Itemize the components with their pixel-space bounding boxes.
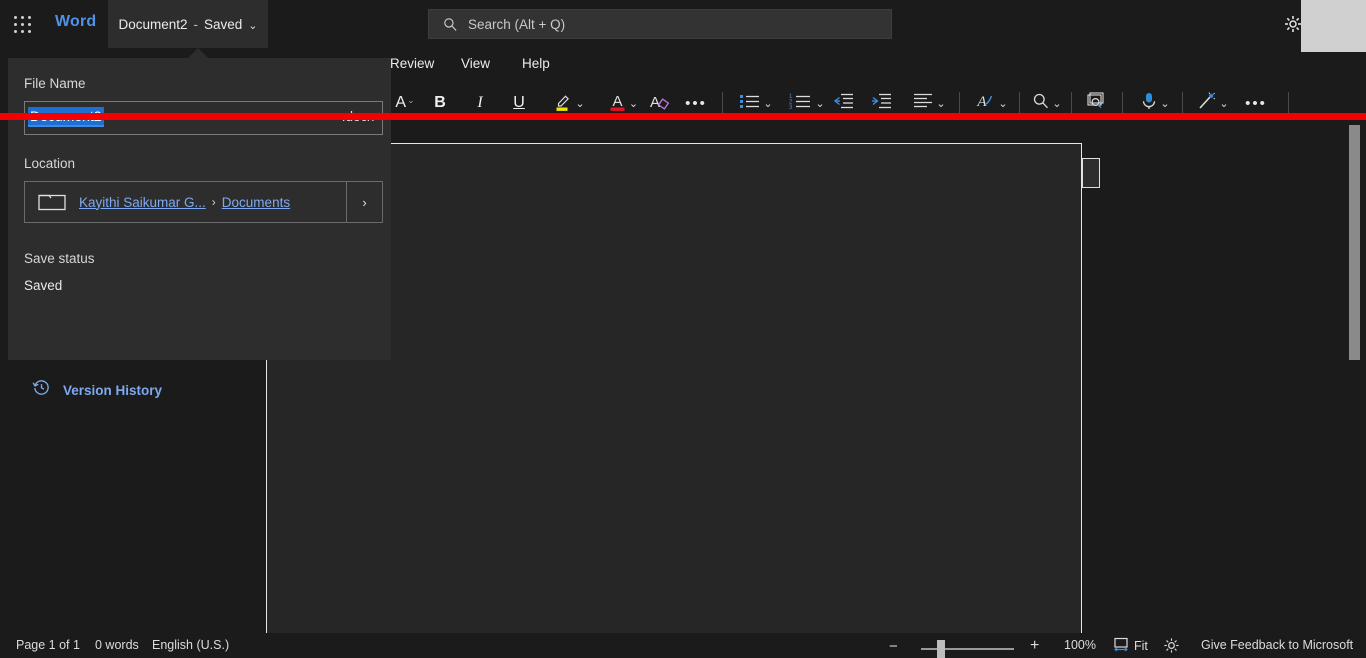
toolbar-divider [722, 92, 723, 114]
chevron-down-icon: ⌄ [936, 97, 946, 110]
toolbar-divider [959, 92, 960, 114]
chevron-down-icon: ⌄ [407, 94, 415, 105]
toolbar-divider [1288, 92, 1289, 114]
svg-text:A: A [977, 94, 988, 110]
svg-text:A: A [612, 93, 622, 110]
feedback-link[interactable]: Give Feedback to Microsoft [1201, 638, 1353, 652]
tab-help[interactable]: Help [522, 56, 550, 78]
toolbar-divider [1122, 92, 1123, 114]
page-count-status[interactable]: Page 1 of 1 [16, 638, 80, 652]
font-size-a-icon: A [395, 94, 407, 111]
stacked-find-icon [1085, 91, 1107, 116]
numbered-list-icon: 123 [789, 92, 813, 115]
chevron-down-icon: ⌄ [248, 19, 258, 32]
word-web-app: Word Document2 - Saved ⌄ Search (Alt + Q… [0, 0, 1366, 658]
ellipsis-icon: ••• [685, 94, 707, 112]
chevron-down-icon: ⌄ [998, 97, 1008, 110]
zoom-slider-track[interactable] [921, 648, 1014, 650]
align-lines-icon [912, 92, 934, 115]
version-history-link[interactable]: Version History [32, 378, 162, 402]
chevron-down-icon: ⌄ [575, 97, 585, 110]
location-next-chevron-icon[interactable]: › [346, 182, 382, 222]
zoom-out-button[interactable]: − [889, 638, 898, 655]
search-input[interactable]: Search (Alt + Q) [428, 9, 892, 39]
tab-view[interactable]: View [461, 56, 490, 78]
magnifier-icon [1032, 92, 1050, 115]
brand-word[interactable]: Word [55, 13, 96, 31]
chevron-down-icon: ⌄ [1160, 97, 1170, 110]
file-name-label: File Name [24, 76, 86, 91]
scrollbar-thumb[interactable] [1349, 125, 1360, 360]
chevron-down-icon: ⌄ [1052, 97, 1062, 110]
history-clock-icon [32, 378, 51, 402]
bold-icon: B [434, 94, 446, 111]
status-bar: Page 1 of 1 0 words English (U.S.) − + 1… [0, 633, 1366, 658]
svg-text:A: A [650, 94, 660, 111]
settings-gear-icon[interactable] [1283, 14, 1303, 34]
zoom-level-label[interactable]: 100% [1064, 638, 1096, 652]
document-title-inner: Document2 - Saved ⌄ [108, 0, 268, 48]
zoom-in-button[interactable]: + [1030, 637, 1039, 655]
search-placeholder: Search (Alt + Q) [468, 16, 566, 32]
chevron-down-icon: ⌄ [628, 97, 639, 110]
ellipsis-icon: ••• [1245, 94, 1267, 112]
clear-formatting-icon: A [648, 91, 670, 116]
indent-left-icon [832, 92, 854, 115]
magic-wand-icon [1197, 91, 1217, 116]
top-app-bar: Word Document2 - Saved ⌄ Search (Alt + Q… [0, 0, 1366, 52]
bullet-list-icon [739, 92, 761, 115]
page-side-tab[interactable] [1082, 158, 1100, 188]
toolbar-divider [1019, 92, 1020, 114]
underline-icon: U [513, 94, 525, 111]
red-annotation-line [0, 113, 1366, 120]
fit-width-button[interactable]: Fit [1113, 637, 1148, 655]
document-title-button[interactable]: Document2 - Saved ⌄ [108, 0, 268, 48]
top-right-overlay-panel [1301, 0, 1366, 52]
chevron-down-icon: ⌄ [815, 97, 825, 110]
vertical-scrollbar[interactable] [1349, 120, 1360, 633]
toolbar-divider [1182, 92, 1183, 114]
breadcrumb-separator: › [211, 195, 216, 209]
app-launcher-icon[interactable] [10, 12, 36, 38]
breadcrumb-user[interactable]: Kayithi Saikumar G... [79, 195, 206, 210]
toolbar-divider [1071, 92, 1072, 114]
focus-mode-button[interactable] [1163, 637, 1180, 657]
indent-right-icon [870, 92, 892, 115]
chevron-down-icon: ⌄ [763, 97, 773, 110]
title-separator: - [193, 16, 199, 32]
save-status-value: Saved [24, 278, 63, 293]
zoom-slider-thumb[interactable] [937, 640, 945, 658]
save-status-label: Save status [24, 251, 95, 266]
fit-label: Fit [1134, 639, 1148, 653]
tab-review[interactable]: Review [390, 56, 434, 78]
dropdown-pointer-arrow [188, 48, 208, 58]
save-state: Saved [204, 16, 243, 32]
location-label: Location [24, 156, 76, 171]
fit-width-icon [1113, 637, 1129, 655]
microphone-icon [1140, 91, 1158, 116]
styles-pen-icon: A [974, 91, 996, 116]
location-breadcrumb-box[interactable]: Kayithi Saikumar G... › Documents › [24, 181, 383, 223]
svg-text:3: 3 [789, 105, 793, 110]
language-status[interactable]: English (U.S.) [152, 638, 229, 652]
file-info-dropdown-panel: File Name Document2 .docx Location Kayit… [8, 58, 391, 398]
word-count-status[interactable]: 0 words [95, 638, 139, 652]
folder-icon [37, 190, 67, 214]
breadcrumb-documents[interactable]: Documents [222, 195, 290, 210]
search-icon [443, 17, 458, 32]
chevron-down-icon: ⌄ [1219, 97, 1229, 110]
version-history-label: Version History [63, 382, 163, 398]
document-name: Document2 [118, 16, 188, 32]
italic-icon: I [477, 94, 483, 111]
